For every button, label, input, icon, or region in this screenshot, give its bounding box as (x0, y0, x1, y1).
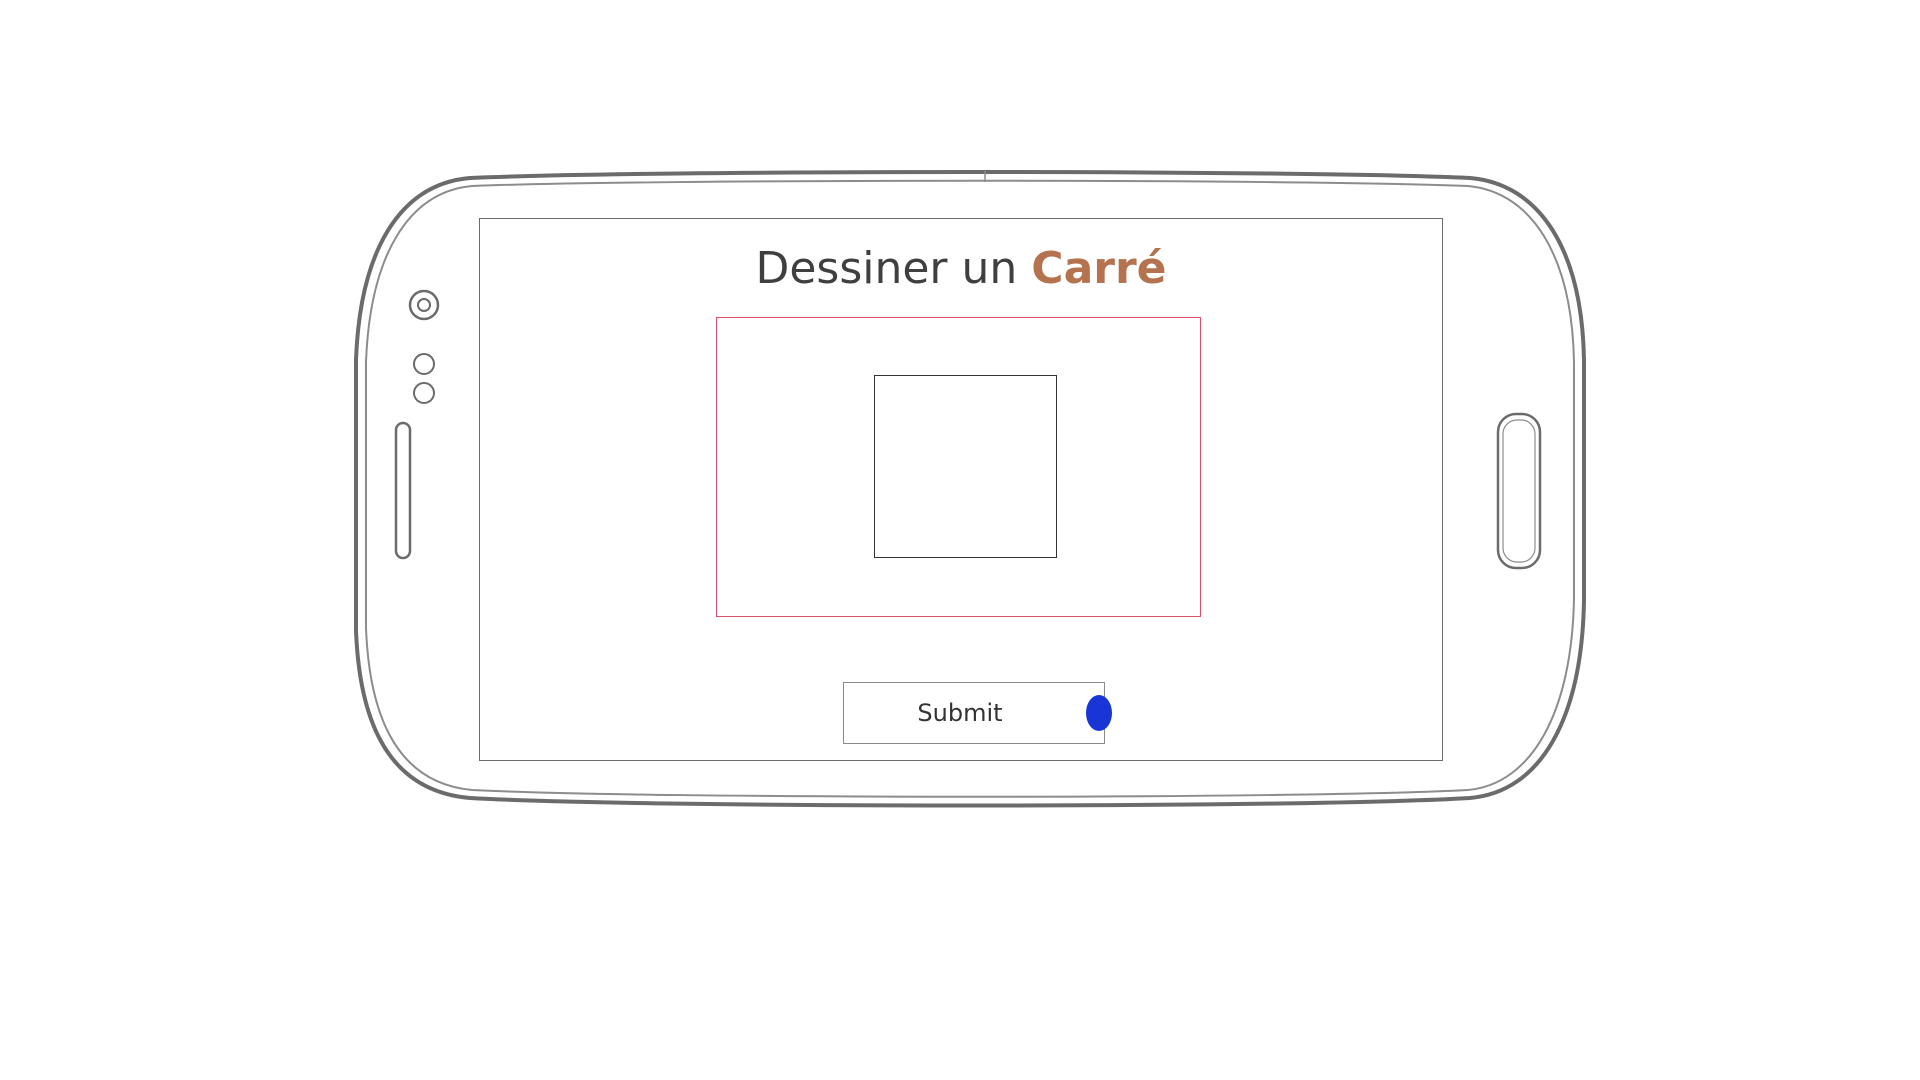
home-button-icon[interactable] (1496, 412, 1542, 570)
title-accent-shape-name: Carré (1031, 243, 1167, 294)
submit-label: Submit (917, 699, 1003, 727)
camera-icon (408, 289, 440, 321)
sensor-icon (413, 353, 435, 404)
drawn-square (874, 375, 1057, 558)
phone-screen: Dessiner un Carré Submit (479, 218, 1443, 761)
page-title: Dessiner un Carré (480, 239, 1442, 299)
drawing-canvas[interactable] (716, 317, 1201, 617)
submit-indicator-dot (1086, 695, 1112, 731)
submit-button[interactable]: Submit (843, 682, 1112, 744)
title-text: Dessiner un (755, 243, 1018, 294)
volume-button-icon (394, 421, 412, 560)
